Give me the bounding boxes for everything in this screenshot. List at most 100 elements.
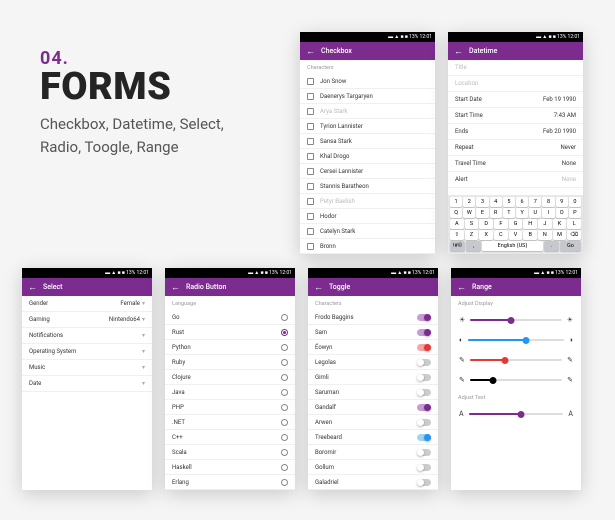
key[interactable]: Z	[465, 230, 479, 240]
radio-icon[interactable]	[281, 329, 288, 336]
slider-thumb[interactable]	[489, 377, 496, 384]
radio-row[interactable]: Scala	[165, 445, 295, 460]
checkbox-icon[interactable]	[307, 123, 314, 130]
key[interactable]: P	[569, 208, 581, 218]
toggle-row[interactable]: Frodo Baggins	[308, 310, 438, 325]
toggle-row[interactable]: Gimli	[308, 370, 438, 385]
toggle-switch[interactable]	[417, 389, 431, 396]
radio-icon[interactable]	[281, 434, 288, 441]
checkbox-icon[interactable]	[307, 183, 314, 190]
key[interactable]: J	[538, 219, 552, 229]
back-arrow-icon[interactable]: ←	[306, 46, 315, 57]
toggle-row[interactable]: Saruman	[308, 385, 438, 400]
toggle-row[interactable]: Gandalf	[308, 400, 438, 415]
back-arrow-icon[interactable]: ←	[314, 282, 323, 293]
title-input-row[interactable]: Title	[448, 60, 583, 76]
key[interactable]: N	[538, 230, 552, 240]
key[interactable]: Y	[516, 208, 528, 218]
key[interactable]: B	[523, 230, 537, 240]
back-arrow-icon[interactable]: ←	[454, 46, 463, 57]
toggle-switch[interactable]	[417, 464, 431, 471]
checkbox-icon[interactable]	[307, 108, 314, 115]
checkbox-row[interactable]: Arya Stark	[300, 104, 435, 119]
datetime-row[interactable]: Start Time7:43 AM	[448, 108, 583, 124]
slider-row[interactable]: AA	[451, 404, 581, 424]
radio-row[interactable]: Java	[165, 385, 295, 400]
slider-thumb[interactable]	[501, 357, 508, 364]
checkbox-row[interactable]: Daenerys Targaryen	[300, 89, 435, 104]
radio-row[interactable]: C++	[165, 430, 295, 445]
toggle-row[interactable]: Treebeard	[308, 430, 438, 445]
toggle-switch[interactable]	[417, 314, 431, 321]
checkbox-icon[interactable]	[307, 198, 314, 205]
radio-icon[interactable]	[281, 479, 288, 486]
key[interactable]: D	[479, 219, 493, 229]
toggle-row[interactable]: Boromir	[308, 445, 438, 460]
key[interactable]: S	[465, 219, 479, 229]
checkbox-row[interactable]: Cersei Lannister	[300, 164, 435, 179]
radio-icon[interactable]	[281, 344, 288, 351]
checkbox-row[interactable]: Jon Snow	[300, 74, 435, 89]
radio-icon[interactable]	[281, 359, 288, 366]
select-row[interactable]: GenderFemale▾	[22, 296, 152, 312]
checkbox-row[interactable]: Catelyn Stark	[300, 224, 435, 239]
select-row[interactable]: Music▾	[22, 360, 152, 376]
slider-thumb[interactable]	[517, 411, 524, 418]
select-row[interactable]: Notifications▾	[22, 328, 152, 344]
toggle-switch[interactable]	[417, 434, 431, 441]
key[interactable]: 8	[542, 197, 554, 207]
datetime-row[interactable]: RepeatNever	[448, 140, 583, 156]
key[interactable]: I	[542, 208, 554, 218]
datetime-row[interactable]: Travel TimeNone	[448, 156, 583, 172]
key[interactable]: H	[523, 219, 537, 229]
select-row[interactable]: Operating System▾	[22, 344, 152, 360]
radio-row[interactable]: Erlang	[165, 475, 295, 490]
key[interactable]: Q	[450, 208, 462, 218]
key[interactable]: U	[529, 208, 541, 218]
checkbox-icon[interactable]	[307, 78, 314, 85]
key[interactable]: F	[494, 219, 508, 229]
checkbox-row[interactable]: Tyrion Lannister	[300, 119, 435, 134]
key[interactable]: A	[450, 219, 464, 229]
keyboard[interactable]: 1234567890QWERTYUIOPASDFGHJKL⇧ZXCVBNM⌫!#…	[448, 195, 583, 254]
checkbox-icon[interactable]	[307, 93, 314, 100]
toggle-switch[interactable]	[417, 449, 431, 456]
radio-icon[interactable]	[281, 419, 288, 426]
checkbox-icon[interactable]	[307, 213, 314, 220]
radio-icon[interactable]	[281, 374, 288, 381]
radio-row[interactable]: .NET	[165, 415, 295, 430]
radio-icon[interactable]	[281, 404, 288, 411]
key-dot[interactable]: .	[544, 241, 559, 251]
key[interactable]: K	[553, 219, 567, 229]
key[interactable]: M	[553, 230, 567, 240]
key[interactable]: V	[509, 230, 523, 240]
key[interactable]: ⇧	[450, 230, 464, 240]
checkbox-row[interactable]: Bronn	[300, 239, 435, 254]
datetime-row[interactable]: EndsFeb 20 1990	[448, 124, 583, 140]
key[interactable]: R	[490, 208, 502, 218]
checkbox-row[interactable]: Khal Drogo	[300, 149, 435, 164]
radio-row[interactable]: Haskell	[165, 460, 295, 475]
key[interactable]: 5	[503, 197, 515, 207]
toggle-switch[interactable]	[417, 344, 431, 351]
toggle-row[interactable]: Éowyn	[308, 340, 438, 355]
key[interactable]: E	[476, 208, 488, 218]
key[interactable]: 2	[463, 197, 475, 207]
key-space[interactable]: English (US)	[482, 241, 542, 251]
alert-row[interactable]: AlertNone	[448, 172, 583, 188]
key[interactable]: 1	[450, 197, 462, 207]
checkbox-icon[interactable]	[307, 138, 314, 145]
key[interactable]: L	[567, 219, 581, 229]
checkbox-icon[interactable]	[307, 228, 314, 235]
slider-track[interactable]	[469, 413, 564, 415]
radio-icon[interactable]	[281, 464, 288, 471]
back-arrow-icon[interactable]: ←	[28, 282, 37, 293]
radio-row[interactable]: PHP	[165, 400, 295, 415]
slider-thumb[interactable]	[508, 317, 515, 324]
toggle-switch[interactable]	[417, 359, 431, 366]
radio-row[interactable]: Python	[165, 340, 295, 355]
slider-thumb[interactable]	[522, 337, 529, 344]
checkbox-icon[interactable]	[307, 153, 314, 160]
slider-track[interactable]	[470, 359, 562, 361]
slider-track[interactable]	[468, 339, 564, 341]
